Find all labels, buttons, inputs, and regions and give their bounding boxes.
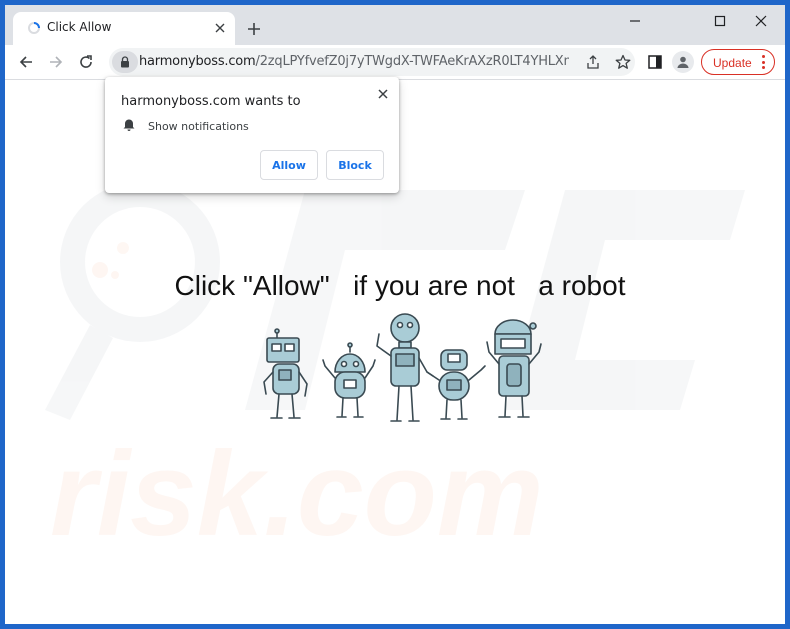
side-panel-icon (648, 55, 662, 69)
site-info-button[interactable] (112, 51, 138, 73)
url-host: harmonyboss.com (139, 54, 256, 69)
bookmark-button[interactable] (613, 52, 633, 72)
address-bar[interactable]: harmonyboss.com/2zqLPYfvefZ0j7yTWgdX-TWF… (109, 48, 635, 76)
tab-title: Click Allow (47, 20, 112, 34)
minimize-button[interactable] (615, 5, 655, 37)
notification-permission-prompt: harmonyboss.com wants to Show notificati… (105, 77, 399, 193)
star-icon (615, 54, 631, 69)
person-icon (677, 56, 689, 68)
svg-text:risk.com: risk.com (50, 427, 544, 561)
plus-icon (248, 23, 260, 35)
browser-window: Click Allow harmonyboss.com/2zqLPYfvefZ0… (5, 5, 785, 624)
robot-illustration (322, 342, 376, 418)
close-icon (378, 89, 388, 99)
maximize-button[interactable] (700, 5, 740, 37)
arrow-left-icon (19, 56, 32, 68)
permission-label: Show notifications (148, 120, 249, 133)
block-button[interactable]: Block (326, 150, 384, 180)
more-vert-icon (758, 55, 768, 69)
prompt-close-button[interactable] (375, 86, 391, 102)
reload-icon (80, 55, 92, 68)
loading-spinner-icon (28, 22, 40, 34)
url-text: harmonyboss.com/2zqLPYfvefZ0j7yTWgdX-TWF… (139, 54, 569, 69)
tab-close-button[interactable] (211, 19, 229, 37)
robot-illustration (376, 313, 434, 422)
new-tab-button[interactable] (243, 18, 265, 40)
forward-button[interactable] (43, 49, 69, 75)
reload-button[interactable] (73, 49, 99, 75)
url-path: /2zqLPYfvefZ0j7yTWgdX-TWFAeKrAXzR0LT4YHL… (255, 54, 569, 69)
side-panel-button[interactable] (642, 49, 668, 75)
bell-icon (123, 119, 135, 131)
close-icon (755, 15, 767, 27)
tab-active[interactable]: Click Allow (13, 12, 235, 45)
robots-illustration (263, 313, 542, 422)
window-close-button[interactable] (741, 5, 781, 37)
maximize-icon (714, 15, 726, 27)
share-button[interactable] (583, 52, 603, 72)
browser-toolbar: harmonyboss.com/2zqLPYfvefZ0j7yTWgdX-TWF… (5, 45, 785, 80)
arrow-right-icon (50, 56, 63, 68)
robot-illustration (263, 328, 308, 419)
allow-button[interactable]: Allow (260, 150, 318, 180)
lock-icon (121, 56, 129, 68)
update-button[interactable]: Update (701, 49, 775, 75)
prompt-title: harmonyboss.com wants to (121, 94, 301, 109)
tab-strip: Click Allow (5, 5, 785, 45)
robot-illustration (426, 349, 486, 420)
share-icon (587, 55, 599, 69)
profile-avatar[interactable] (672, 51, 694, 73)
back-button[interactable] (13, 49, 39, 75)
update-label: Update (713, 56, 752, 70)
minimize-icon (630, 20, 640, 22)
robot-illustration (486, 319, 542, 418)
page-headline: Click "Allow" if you are not a robot (174, 270, 626, 301)
close-icon (215, 23, 225, 33)
